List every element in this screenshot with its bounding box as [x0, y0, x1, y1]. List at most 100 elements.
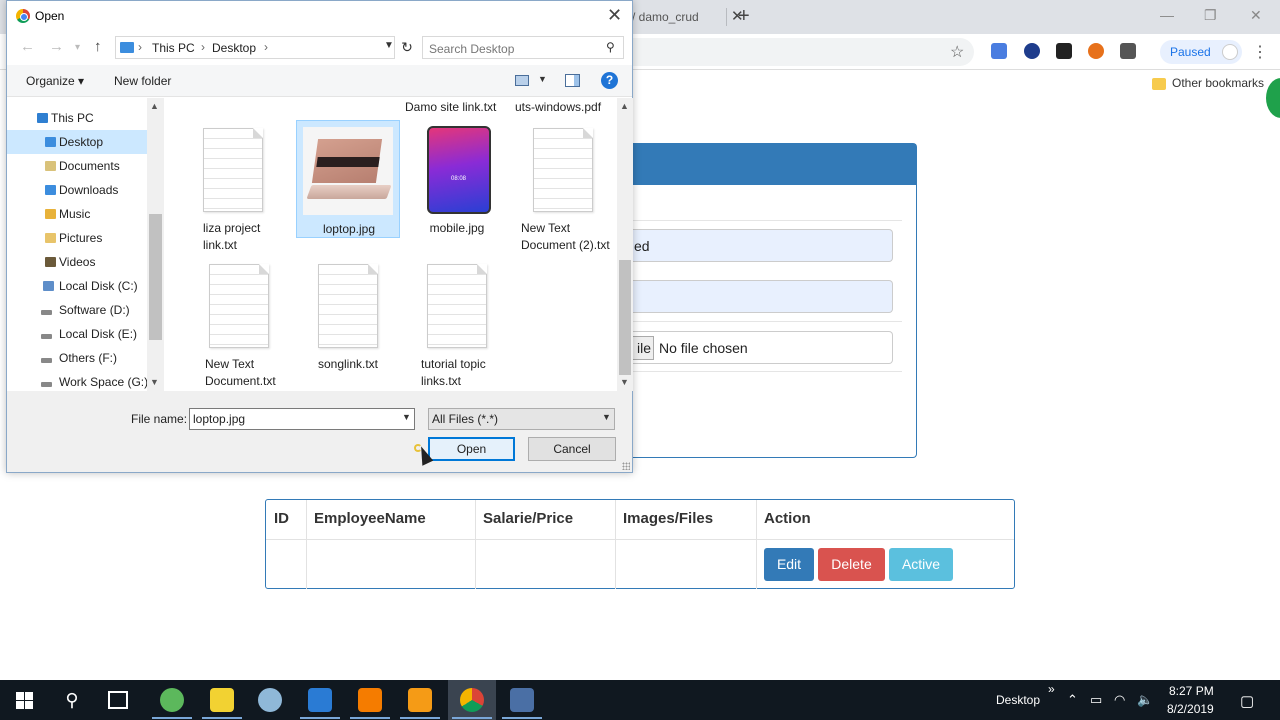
file-list-scrollbar[interactable]: ▲ ▼ [617, 98, 633, 391]
help-icon[interactable]: ? [601, 72, 618, 89]
view-options-icon[interactable] [515, 75, 529, 86]
file-liza-project-link[interactable]: liza project link.txt [183, 120, 287, 252]
chevron-right-icon[interactable]: › [264, 40, 268, 54]
breadcrumb-this-pc[interactable]: This PC [152, 41, 195, 55]
media-player-icon[interactable] [210, 688, 234, 712]
resize-grip[interactable] [622, 462, 630, 470]
file-input[interactable]: ile No file chosen [632, 331, 893, 364]
back-arrow-icon[interactable]: ← [20, 38, 35, 55]
profile-paused-button[interactable]: Paused [1160, 40, 1242, 64]
open-button[interactable]: Open [428, 437, 515, 461]
file-label-uts-windows[interactable]: uts-windows.pdf [515, 100, 601, 114]
refresh-icon[interactable]: ↻ [397, 36, 417, 59]
scroll-thumb[interactable] [149, 214, 162, 340]
folder-icon [120, 42, 134, 53]
cancel-button[interactable]: Cancel [528, 437, 616, 461]
chevron-down-icon[interactable]: ▼ [384, 40, 394, 51]
toolbar-overflow-icon[interactable]: » [1048, 682, 1055, 696]
text-file-icon [209, 264, 269, 348]
recent-dropdown-icon[interactable]: ▾ [75, 42, 80, 53]
tree-item-this-pc[interactable]: This PC [7, 106, 147, 130]
tree-item-documents[interactable]: Documents [7, 154, 147, 178]
scroll-up-icon[interactable]: ▲ [620, 101, 629, 111]
translate-extension-icon[interactable] [991, 43, 1007, 59]
file-label-damo-site-link[interactable]: Damo site link.txt [405, 100, 496, 114]
chrome-icon[interactable] [460, 688, 484, 712]
choose-file-button[interactable]: ile [632, 336, 654, 360]
navigation-scrollbar[interactable]: ▲ ▼ [147, 98, 164, 391]
tree-item-software-d[interactable]: Software (D:) [7, 298, 147, 322]
organize-menu[interactable]: Organize ▾ [26, 74, 84, 88]
menu-kebab-icon[interactable]: ⋮ [1252, 42, 1268, 62]
search-icon[interactable]: ⚲ [60, 688, 84, 712]
sublime-text-icon[interactable] [408, 688, 432, 712]
new-tab-button[interactable]: + [738, 4, 750, 28]
edit-button[interactable]: Edit [764, 548, 814, 581]
clock-time[interactable]: 8:27 PM [1169, 684, 1214, 698]
file-songlink[interactable]: songlink.txt [296, 256, 400, 386]
vscode-icon[interactable] [308, 688, 332, 712]
tree-item-pictures[interactable]: Pictures [7, 226, 147, 250]
extension-icon[interactable] [1024, 43, 1040, 59]
chevron-down-icon[interactable]: ▼ [402, 412, 411, 422]
preview-pane-icon[interactable] [565, 74, 580, 87]
other-bookmarks-link[interactable]: Other bookmarks [1172, 76, 1264, 90]
file-tutorial-topic-links[interactable]: tutorial topic links.txt [403, 256, 507, 388]
file-new-text-document-2[interactable]: New Text Document (2).txt [515, 120, 617, 252]
battery-icon[interactable]: ▭ [1090, 692, 1102, 708]
scroll-down-icon[interactable]: ▼ [620, 377, 629, 387]
file-loptop-jpg[interactable]: loptop.jpg [296, 120, 400, 238]
tree-item-local-disk-c[interactable]: Local Disk (C:) [7, 274, 147, 298]
delete-button[interactable]: Delete [818, 548, 885, 581]
volume-icon[interactable]: 🔈 [1137, 692, 1153, 708]
forward-arrow-icon[interactable]: → [49, 38, 64, 55]
scroll-down-icon[interactable]: ▼ [150, 377, 159, 387]
tree-item-local-disk-e[interactable]: Local Disk (E:) [7, 322, 147, 346]
wifi-icon[interactable]: ◠ [1114, 692, 1125, 708]
active-button[interactable]: Active [889, 548, 953, 581]
xampp-icon[interactable] [358, 688, 382, 712]
bookmark-star-icon[interactable]: ☆ [950, 42, 964, 62]
extension-icon[interactable] [1088, 43, 1104, 59]
tree-item-downloads[interactable]: Downloads [7, 178, 147, 202]
file-mobile-jpg[interactable]: 08:08 mobile.jpg [405, 120, 509, 250]
tab-separator [726, 8, 727, 26]
utorrent-icon[interactable] [160, 688, 184, 712]
file-name-label: File name: [131, 412, 188, 426]
running-indicator [502, 717, 542, 719]
tree-item-desktop[interactable]: Desktop [7, 130, 147, 154]
notifications-icon[interactable]: ▢ [1240, 692, 1254, 710]
file-name-input[interactable]: loptop.jpg ▼ [189, 408, 415, 430]
dialog-close-icon[interactable]: ✕ [607, 5, 622, 25]
extension-icon[interactable] [1120, 43, 1136, 59]
minimize-button[interactable]: — [1160, 4, 1174, 26]
scroll-thumb[interactable] [619, 260, 631, 375]
file-explorer-icon[interactable] [510, 688, 534, 712]
tree-item-others-f[interactable]: Others (F:) [7, 346, 147, 370]
windows-start-icon[interactable] [16, 692, 33, 709]
tab-damo-crud[interactable]: / damo_crud [632, 6, 724, 28]
clock-date[interactable]: 8/2/2019 [1167, 702, 1214, 716]
chevron-up-icon[interactable]: ⌃ [1067, 692, 1078, 708]
up-arrow-icon[interactable]: ↑ [94, 38, 102, 55]
tree-item-music[interactable]: Music [7, 202, 147, 226]
search-input[interactable]: Search Desktop ⚲ [422, 36, 624, 59]
tree-item-label: Pictures [59, 231, 103, 245]
task-view-icon[interactable] [108, 691, 128, 709]
tree-item-videos[interactable]: Videos [7, 250, 147, 274]
salary-input[interactable] [632, 280, 893, 313]
restore-button[interactable]: ❐ [1204, 4, 1217, 26]
desktop-toolbar-label[interactable]: Desktop [996, 693, 1040, 707]
dialog-address-bar[interactable]: › This PC › Desktop › ▼ [115, 36, 395, 59]
address-bar[interactable] [632, 38, 974, 66]
extension-icon[interactable] [1056, 43, 1072, 59]
file-type-select[interactable]: All Files (*.*) ▼ [428, 408, 615, 430]
new-folder-button[interactable]: New folder [114, 74, 171, 88]
scroll-up-icon[interactable]: ▲ [150, 101, 159, 111]
employee-name-input[interactable]: ed [632, 229, 893, 262]
breadcrumb-desktop[interactable]: Desktop [212, 41, 256, 55]
file-new-text-document[interactable]: New Text Document.txt [189, 256, 293, 388]
close-window-button[interactable]: ✕ [1250, 4, 1262, 26]
paint-icon[interactable] [258, 688, 282, 712]
chevron-down-icon[interactable]: ▼ [538, 74, 547, 84]
